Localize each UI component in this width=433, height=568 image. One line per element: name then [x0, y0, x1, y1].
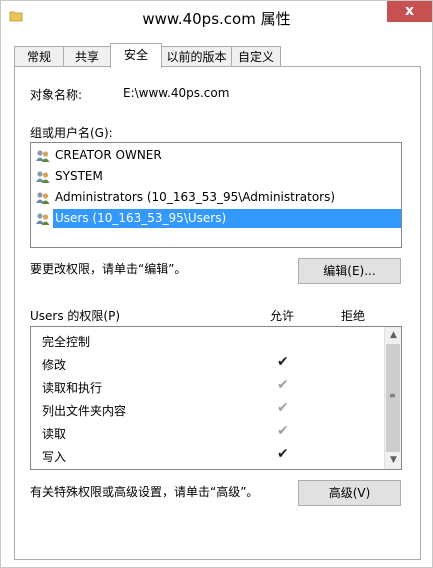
user-name: Users (10_163_53_95\Users) [53, 209, 401, 228]
user-name: Administrators (10_163_53_95\Administrat… [55, 190, 336, 204]
user-group-icon [36, 213, 50, 225]
allow-check-icon: ✔ [277, 400, 289, 416]
allow-check-icon: ✔ [277, 377, 289, 393]
edit-button[interactable]: 编辑(E)... [298, 258, 401, 284]
security-panel: 对象名称: E:\www.40ps.com 组或用户名(G): CREATOR … [14, 66, 421, 560]
permissions-scrollbar[interactable]: ▲ ≡ ▼ [384, 327, 401, 469]
advanced-hint: 有关特殊权限或高级设置，请单击“高级”。 [30, 485, 259, 499]
user-list-item[interactable]: Administrators (10_163_53_95\Administrat… [33, 188, 399, 207]
user-name: CREATOR OWNER [55, 148, 162, 162]
scroll-up-icon[interactable]: ▲ [385, 327, 401, 344]
tab-sharing[interactable]: 共享 [63, 46, 111, 67]
close-button[interactable]: x [387, 1, 432, 22]
advanced-button[interactable]: 高级(V) [298, 480, 401, 506]
user-list-item[interactable]: Users (10_163_53_95\Users) [33, 209, 401, 228]
permissions-list[interactable]: 完全控制修改 ✔ 读取和执行 ✔ 列出文件夹内容 ✔ 读取 ✔ 写入 ✔ ▲ ≡ ▼ [30, 326, 402, 470]
permission-name: 写入 [42, 450, 67, 464]
change-permissions-hint: 要更改权限，请单击“编辑”。 [30, 262, 187, 276]
permission-row: 读取 ✔ [31, 421, 383, 444]
permissions-label: Users 的权限(P) [30, 309, 121, 323]
permission-row: 列出文件夹内容 ✔ [31, 398, 383, 421]
permission-name: 完全控制 [42, 335, 91, 349]
permission-name: 读取和执行 [42, 381, 103, 395]
user-list-item[interactable]: CREATOR OWNER [33, 146, 399, 165]
permission-row: 读取和执行 ✔ [31, 375, 383, 398]
user-name: SYSTEM [55, 169, 103, 183]
allow-column-header: 允许 [270, 309, 295, 323]
object-name-label: 对象名称: [30, 88, 83, 102]
permission-name: 修改 [42, 358, 67, 372]
user-group-icon [36, 150, 50, 162]
permission-name: 列出文件夹内容 [42, 404, 127, 418]
tab-general[interactable]: 常规 [14, 46, 64, 67]
scroll-down-icon[interactable]: ▼ [385, 452, 401, 469]
deny-column-header: 拒绝 [341, 309, 366, 323]
permission-row: 完全控制 [31, 329, 383, 352]
user-group-icon [36, 171, 50, 183]
scroll-thumb[interactable]: ≡ [386, 344, 400, 452]
groups-label: 组或用户名(G): [30, 126, 113, 140]
user-group-icon [36, 192, 50, 204]
tab-customize[interactable]: 自定义 [231, 46, 281, 67]
users-listbox[interactable]: CREATOR OWNER SYSTEM Administrators (10_16… [30, 142, 402, 248]
grip-icon: ≡ [389, 391, 396, 400]
permission-row: 写入 ✔ [31, 444, 383, 467]
allow-check-icon: ✔ [277, 446, 289, 462]
user-list-item[interactable]: SYSTEM [33, 167, 399, 186]
tab-security[interactable]: 安全 [110, 43, 162, 68]
tab-previous-versions[interactable]: 以前的版本 [161, 46, 232, 67]
close-icon: x [404, 3, 415, 19]
allow-check-icon: ✔ [277, 354, 289, 370]
permission-name: 读取 [42, 427, 67, 441]
permission-row: 修改 ✔ [31, 352, 383, 375]
window-title: www.40ps.com 属性 [142, 10, 291, 28]
properties-window: www.40ps.com 属性 x 常规 共享 安全 以前的版本 自定义 对象名… [0, 0, 433, 568]
object-name-value: E:\www.40ps.com [123, 86, 230, 100]
allow-check-icon: ✔ [277, 423, 289, 439]
title-bar[interactable]: www.40ps.com 属性 x [1, 1, 432, 33]
